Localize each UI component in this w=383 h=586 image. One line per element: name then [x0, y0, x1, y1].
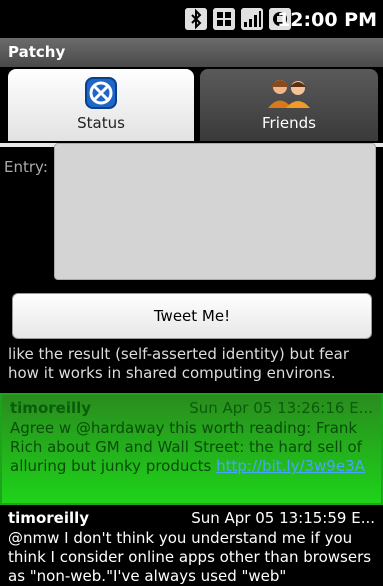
- bluetooth-icon: [185, 8, 207, 30]
- signal-icon: [241, 8, 263, 30]
- status-icons: [185, 8, 291, 30]
- timeline-item-user: timoreilly: [10, 399, 92, 417]
- status-time: 12:00 PM: [277, 9, 377, 31]
- tab-status[interactable]: Status: [8, 69, 194, 141]
- entry-field[interactable]: [54, 143, 376, 280]
- timeline-item-user: timoreilly: [8, 509, 90, 527]
- timeline-item-text: Agree w @hardaway this worth reading: Fr…: [10, 419, 373, 476]
- status-bar: 12:00 PM: [0, 0, 383, 38]
- timeline-item-text: @nmw I don't think you understand me if …: [8, 529, 372, 585]
- tab-status-label: Status: [77, 114, 125, 132]
- timeline-item-link[interactable]: http://bit.ly/3w9e3A: [216, 457, 365, 475]
- tab-friends[interactable]: Friends: [200, 69, 378, 141]
- app-title: Patchy: [8, 43, 66, 61]
- timeline-item[interactable]: timoreilly Sun Apr 05 13:26:16 E... Agre…: [0, 393, 383, 505]
- timeline-item-time: Sun Apr 05 13:26:16 E...: [189, 399, 373, 417]
- timeline-partial-text: like the result (self-asserted identity)…: [8, 345, 350, 382]
- tab-friends-label: Friends: [262, 114, 316, 132]
- tab-bar: Status Friends: [0, 67, 383, 143]
- status-icon: [85, 77, 117, 113]
- app-title-bar: Patchy: [0, 38, 383, 68]
- timeline-item-time: Sun Apr 05 13:15:59 E...: [191, 509, 375, 527]
- friends-icon: [266, 77, 312, 113]
- tweet-button[interactable]: Tweet Me!: [12, 293, 372, 339]
- timeline-item[interactable]: timoreilly Sun Apr 05 13:15:59 E... @nmw…: [0, 505, 383, 585]
- network-icon: [213, 8, 235, 30]
- entry-label: Entry:: [4, 158, 48, 176]
